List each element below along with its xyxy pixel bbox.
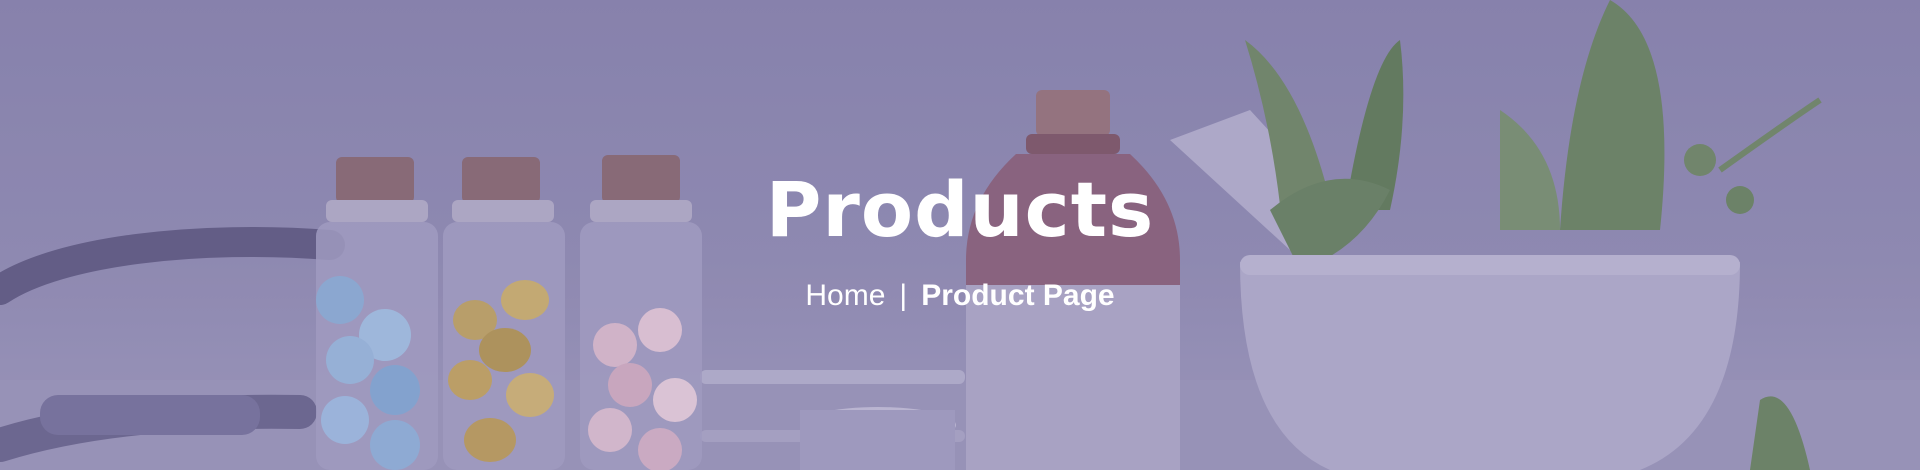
page-title: Products: [765, 165, 1155, 254]
page-hero-banner: Products Home | Product Page: [0, 0, 1920, 470]
breadcrumb-current-page: Product Page: [921, 279, 1115, 312]
breadcrumb-separator: |: [899, 279, 908, 312]
breadcrumb: Home | Product Page: [0, 278, 1920, 314]
breadcrumb-home-link[interactable]: Home: [805, 278, 885, 314]
hero-content: Products Home | Product Page: [0, 168, 1920, 314]
